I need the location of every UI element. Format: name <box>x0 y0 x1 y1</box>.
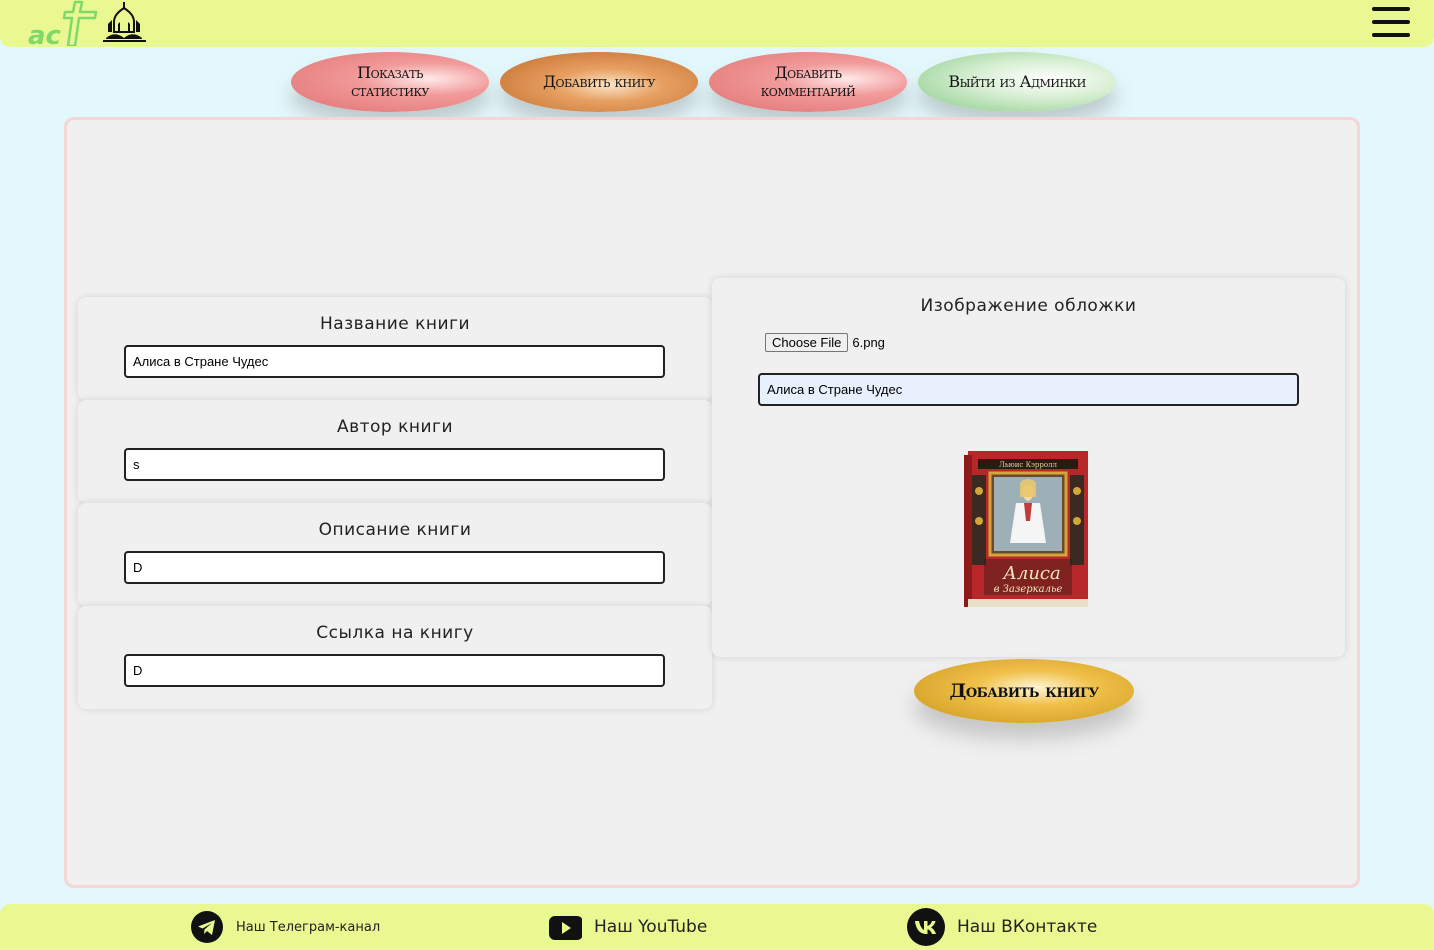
book-title-card: Название книги <box>78 297 712 400</box>
book-author-input[interactable] <box>124 448 665 481</box>
cover-author-text: Льюис Кэрролл <box>999 461 1058 469</box>
add-comment-label-1: Добавить <box>774 63 842 82</box>
exit-admin-button[interactable]: Выйти из Админки <box>918 52 1116 112</box>
logo-text: ac <box>28 21 62 46</box>
add-book-nav-button[interactable]: Добавить книгу <box>500 52 698 112</box>
telegram-label: Наш Телеграм-канал <box>236 919 381 935</box>
selected-file-name: 6.png <box>852 335 885 350</box>
menu-icon[interactable] <box>1368 4 1414 40</box>
add-book-submit-button[interactable]: Добавить книгу <box>914 659 1134 723</box>
book-link-label: Ссылка на книгу <box>316 623 474 643</box>
youtube-label: Наш YouTube <box>594 917 708 937</box>
add-comment-button[interactable]: Добавить комментарий <box>709 52 907 112</box>
choose-file-button[interactable]: Choose File <box>765 333 849 352</box>
cover-subtitle-text: в Зазеркалье <box>994 584 1063 595</box>
book-title-input[interactable] <box>124 345 665 378</box>
book-link-card: Ссылка на книгу <box>78 606 712 709</box>
book-cover-preview: Льюис Кэрролл Алиса в Зазеркалье <box>964 451 1090 607</box>
telegram-icon <box>191 911 223 943</box>
site-logo[interactable]: ac <box>28 0 148 51</box>
cover-image-card: Изображение обложки Choose File 6.png Ль… <box>712 278 1345 657</box>
book-author-label: Автор книги <box>336 417 454 437</box>
book-title-label: Название книги <box>319 314 471 334</box>
cover-text-input[interactable] <box>758 373 1299 406</box>
book-link-input[interactable] <box>124 654 665 687</box>
show-statistics-button[interactable]: Показать статистику <box>291 52 489 112</box>
youtube-icon <box>549 916 582 940</box>
vk-link[interactable]: Наш ВКонтакте <box>907 904 1097 950</box>
vk-icon <box>907 908 945 946</box>
add-comment-label-2: комментарий <box>760 81 856 100</box>
cover-image-label: Изображение обложки <box>920 296 1137 316</box>
footer: Наш Телеграм-канал Наш YouTube Наш ВКонт… <box>0 904 1434 950</box>
add-book-nav-label: Добавить книгу <box>543 72 655 91</box>
show-statistics-label-1: Показать <box>357 63 423 82</box>
book-description-card: Описание книги <box>78 503 712 606</box>
book-author-card: Автор книги <box>78 400 712 503</box>
youtube-link[interactable]: Наш YouTube <box>548 904 707 950</box>
book-description-label: Описание книги <box>318 520 472 540</box>
cover-title-text: Алиса <box>1001 563 1061 584</box>
logo-graphic: ac <box>28 0 146 51</box>
vk-label: Наш ВКонтакте <box>957 917 1098 937</box>
header: ac <box>0 0 1434 51</box>
telegram-link[interactable]: Наш Телеграм-канал <box>190 904 380 950</box>
add-book-submit-label: Добавить книгу <box>949 680 1099 702</box>
exit-admin-label: Выйти из Админки <box>948 72 1086 91</box>
show-statistics-label-2: статистику <box>351 81 429 100</box>
file-picker: Choose File 6.png <box>765 333 885 352</box>
book-description-input[interactable] <box>124 551 665 584</box>
